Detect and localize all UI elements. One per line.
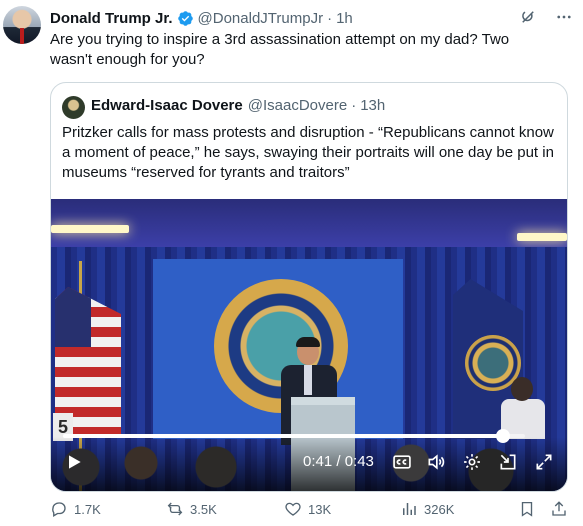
bookmark-button[interactable] [518, 500, 536, 518]
tweet-header: Donald Trump Jr. @DonaldJTrumpJr · 1h [50, 8, 573, 28]
tweet-text: Are you trying to inspire a 3rd assassin… [50, 31, 510, 68]
view-count: 326K [424, 501, 455, 517]
author-avatar[interactable] [3, 6, 41, 44]
play-icon[interactable] [61, 449, 87, 475]
fullscreen-icon[interactable] [531, 449, 557, 475]
quoted-tweet[interactable]: Edward-Isaac Dovere @IsaacDovere · 13h P… [50, 82, 568, 492]
video-controls: 0:41 / 0:43 [51, 449, 567, 483]
quoted-tweet-time[interactable]: 13h [360, 97, 385, 114]
verified-badge-icon[interactable] [177, 10, 194, 27]
ceiling-light [51, 225, 129, 233]
quoted-author-name[interactable]: Edward-Isaac Dovere [91, 97, 243, 114]
video-progress-fill [63, 434, 504, 438]
repost-icon [167, 502, 183, 516]
gear-icon[interactable] [459, 449, 485, 475]
tweet-time[interactable]: 1h [336, 10, 353, 27]
video-ceiling [51, 199, 567, 247]
author-name[interactable]: Donald Trump Jr. [50, 10, 173, 27]
grok-icon[interactable] [519, 8, 537, 26]
video-timecode: 0:41 / 0:43 [303, 453, 374, 470]
views-button[interactable]: 326K [400, 500, 454, 518]
quoted-tweet-text: Pritzker calls for mass protests and dis… [62, 124, 554, 181]
quoted-author-handle[interactable]: @IsaacDovere [248, 97, 347, 114]
more-options-icon[interactable] [555, 8, 573, 26]
reply-button[interactable]: 1.7K [50, 500, 101, 518]
closed-captions-icon[interactable] [389, 449, 415, 475]
like-count: 13K [308, 501, 332, 517]
author-handle[interactable]: @DonaldJTrumpJr [198, 10, 324, 27]
reply-icon [52, 502, 66, 517]
quoted-separator-dot: · [351, 97, 357, 114]
separator-dot: · [327, 9, 333, 27]
repost-count: 3.5K [190, 501, 217, 517]
ceiling-light [517, 233, 567, 241]
quoted-tweet-header: Edward-Isaac Dovere @IsaacDovere · 13h [91, 97, 385, 114]
repost-button[interactable]: 3.5K [166, 500, 217, 518]
views-icon [403, 503, 416, 515]
cameraman [501, 377, 545, 439]
tweet-actions: 1.7K 3.5K 13K 326K [50, 500, 570, 522]
share-icon [552, 501, 566, 516]
video-scrubber[interactable] [63, 429, 525, 443]
video-player[interactable]: 5 0:41 / 0:43 [51, 199, 567, 491]
share-button[interactable] [550, 500, 568, 518]
volume-icon[interactable] [423, 449, 449, 475]
like-button[interactable]: 13K [284, 500, 331, 518]
quoted-author-avatar[interactable] [62, 96, 85, 119]
minimize-icon[interactable] [495, 449, 521, 475]
reply-count: 1.7K [74, 501, 101, 517]
heart-icon [285, 502, 301, 516]
bookmark-icon [521, 501, 533, 517]
